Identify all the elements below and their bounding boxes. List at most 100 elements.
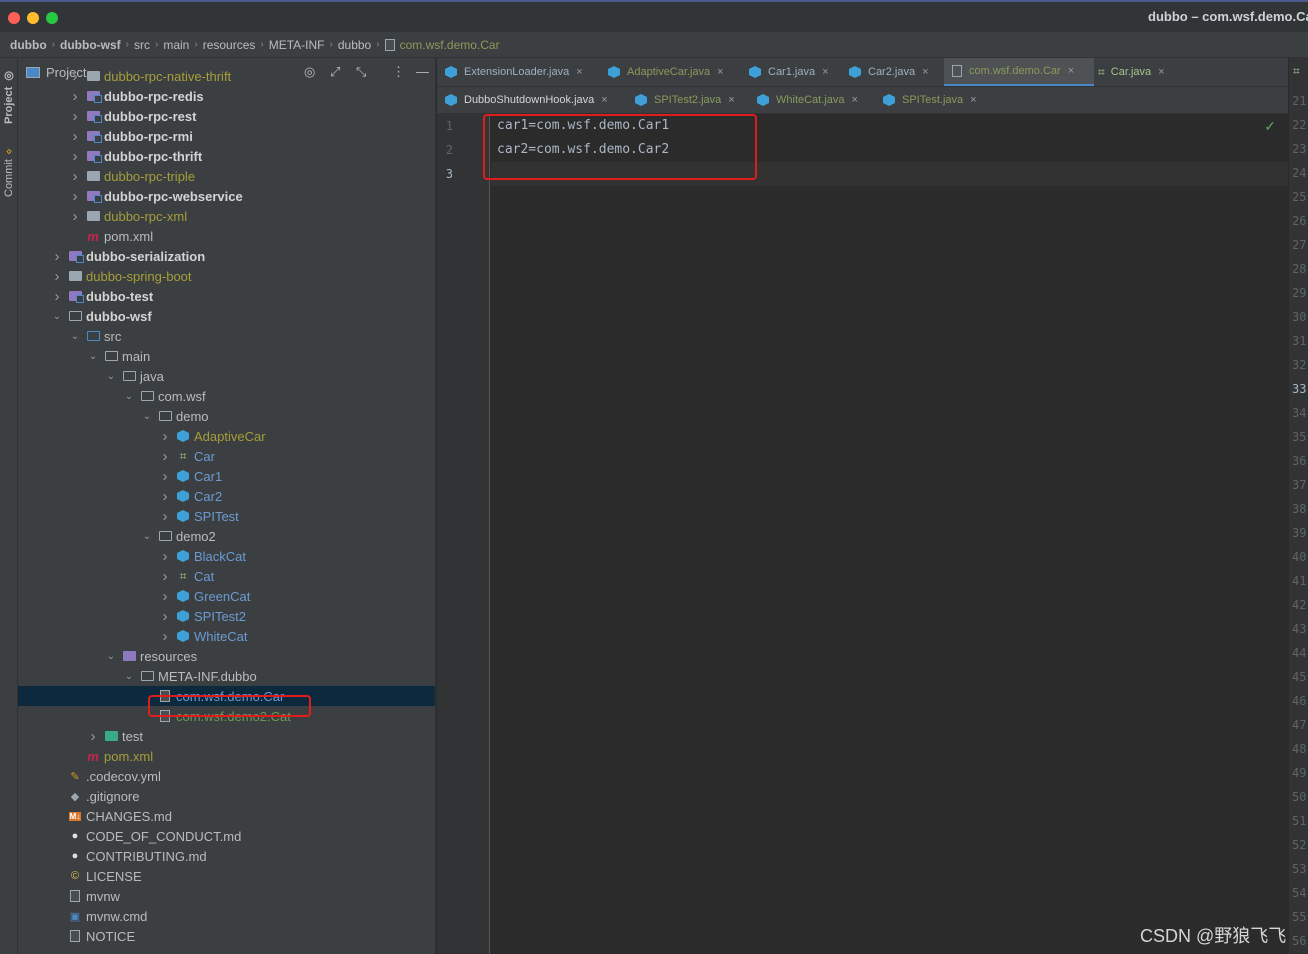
chevron-down-icon[interactable]: ⌄ — [120, 671, 138, 682]
code-editor[interactable]: 1 2 3 car1=com.wsf.demo.Car1 car2=com.ws… — [437, 114, 1288, 954]
editor-tab[interactable]: ⌗ Car.java × — [1090, 58, 1186, 86]
tree-node[interactable]: m pom.xml — [18, 226, 435, 246]
chevron-right-icon[interactable]: › — [156, 588, 174, 605]
editor-tab[interactable]: AdaptiveCar.java × — [600, 58, 737, 86]
chevron-down-icon[interactable]: ⌄ — [120, 391, 138, 402]
tree-node[interactable]: › WhiteCat — [18, 626, 435, 646]
commit-tool-tab[interactable]: Commit ⋄ — [0, 142, 18, 204]
breadcrumb-item[interactable]: dubbo — [10, 38, 47, 52]
tree-node[interactable]: › dubbo-rpc-redis — [18, 86, 435, 106]
chevron-right-icon[interactable]: › — [156, 468, 174, 485]
chevron-right-icon[interactable]: › — [66, 148, 84, 165]
breadcrumb-item[interactable]: dubbo-wsf — [60, 38, 121, 52]
chevron-right-icon[interactable]: › — [156, 448, 174, 465]
maximize-window-button[interactable] — [46, 12, 58, 24]
chevron-right-icon[interactable]: › — [48, 288, 66, 305]
tree-node[interactable]: ⌄ dubbo-wsf — [18, 306, 435, 326]
editor-tab[interactable]: ExtensionLoader.java × — [437, 58, 599, 86]
tree-node[interactable]: ✎ .codecov.yml — [18, 766, 435, 786]
tree-node[interactable]: › GreenCat — [18, 586, 435, 606]
chevron-right-icon[interactable]: › — [156, 488, 174, 505]
tree-node[interactable]: › dubbo-rpc-thrift — [18, 146, 435, 166]
close-tab-icon[interactable]: × — [576, 66, 582, 78]
close-tab-icon[interactable]: × — [851, 94, 857, 106]
tree-node[interactable]: NOTICE — [18, 926, 435, 946]
close-tab-icon[interactable]: × — [970, 94, 976, 106]
tree-node[interactable]: › SPITest — [18, 506, 435, 526]
tree-node[interactable]: › ⌗ Car — [18, 446, 435, 466]
chevron-right-icon[interactable]: › — [156, 568, 174, 585]
minimize-window-button[interactable] — [27, 12, 39, 24]
chevron-right-icon[interactable]: › — [156, 548, 174, 565]
annotation-icon[interactable]: ⌗ — [1293, 64, 1300, 79]
tree-node[interactable]: › ⌗ Cat — [18, 566, 435, 586]
breadcrumb-item[interactable]: dubbo — [338, 38, 371, 52]
tree-node[interactable]: m pom.xml — [18, 746, 435, 766]
chevron-down-icon[interactable]: ⌄ — [48, 311, 66, 322]
tree-node[interactable]: ⌄ java — [18, 366, 435, 386]
chevron-down-icon[interactable]: ⌄ — [84, 351, 102, 362]
close-window-button[interactable] — [8, 12, 20, 24]
tree-node[interactable]: › dubbo-rpc-webservice — [18, 186, 435, 206]
tree-node[interactable]: › dubbo-test — [18, 286, 435, 306]
chevron-right-icon[interactable]: › — [48, 248, 66, 265]
chevron-right-icon[interactable]: › — [156, 608, 174, 625]
tree-node[interactable]: › dubbo-rpc-xml — [18, 206, 435, 226]
tree-node[interactable]: › AdaptiveCar — [18, 426, 435, 446]
chevron-right-icon[interactable]: › — [156, 428, 174, 445]
tree-node[interactable]: ⌄ META-INF.dubbo — [18, 666, 435, 686]
tree-node[interactable]: › dubbo-rpc-rmi — [18, 126, 435, 146]
tree-node[interactable]: › dubbo-serialization — [18, 246, 435, 266]
tree-node[interactable]: › dubbo-rpc-triple — [18, 166, 435, 186]
chevron-right-icon[interactable]: › — [66, 68, 84, 85]
chevron-right-icon[interactable]: › — [84, 728, 102, 745]
chevron-right-icon[interactable]: › — [48, 268, 66, 285]
editor-tab[interactable]: SPITest.java × — [875, 87, 987, 113]
tree-node[interactable]: ⌄ demo2 — [18, 526, 435, 546]
chevron-right-icon[interactable]: › — [156, 628, 174, 645]
tree-node[interactable]: › dubbo-rpc-rest — [18, 106, 435, 126]
chevron-down-icon[interactable]: ⌄ — [138, 411, 156, 422]
chevron-right-icon[interactable]: › — [66, 88, 84, 105]
close-tab-icon[interactable]: × — [1068, 65, 1074, 77]
tree-node[interactable]: © LICENSE — [18, 866, 435, 886]
project-tool-tab[interactable]: Project ◎ — [0, 66, 18, 128]
chevron-down-icon[interactable]: ⌄ — [66, 331, 84, 342]
tree-node[interactable]: › SPITest2 — [18, 606, 435, 626]
chevron-down-icon[interactable]: ⌄ — [102, 371, 120, 382]
chevron-down-icon[interactable]: ⌄ — [138, 531, 156, 542]
tree-node[interactable]: ◆ .gitignore — [18, 786, 435, 806]
editor-tab[interactable]: Car1.java × — [741, 58, 839, 86]
tree-node[interactable]: ▣ mvnw.cmd — [18, 906, 435, 926]
close-tab-icon[interactable]: × — [922, 66, 928, 78]
breadcrumb-item[interactable]: com.wsf.demo.Car — [400, 38, 500, 52]
tree-node[interactable]: ⌄ src — [18, 326, 435, 346]
editor-tab[interactable]: SPITest2.java × — [627, 87, 747, 113]
breadcrumb-item[interactable]: main — [163, 38, 189, 52]
tree-node[interactable]: › dubbo-rpc-native-thrift — [18, 66, 435, 86]
breadcrumb-item[interactable]: META-INF — [269, 38, 325, 52]
tree-node[interactable]: › test — [18, 726, 435, 746]
chevron-right-icon[interactable]: › — [66, 168, 84, 185]
tree-node[interactable]: ⌄ main — [18, 346, 435, 366]
close-tab-icon[interactable]: × — [728, 94, 734, 106]
editor-tab[interactable]: com.wsf.demo.Car × — [944, 58, 1094, 86]
close-tab-icon[interactable]: × — [822, 66, 828, 78]
tree-node[interactable]: mvnw — [18, 886, 435, 906]
chevron-down-icon[interactable]: ⌄ — [102, 651, 120, 662]
editor-tab[interactable]: DubboShutdownHook.java × — [437, 87, 625, 113]
tree-node[interactable]: › dubbo-spring-boot — [18, 266, 435, 286]
tree-node[interactable]: ⌄ resources — [18, 646, 435, 666]
chevron-right-icon[interactable]: › — [156, 508, 174, 525]
editor-tab[interactable]: Car2.java × — [841, 58, 943, 86]
tree-node[interactable]: ● CODE_OF_CONDUCT.md — [18, 826, 435, 846]
editor-tab[interactable]: WhiteCat.java × — [749, 87, 873, 113]
close-tab-icon[interactable]: × — [717, 66, 723, 78]
tree-node[interactable]: › Car1 — [18, 466, 435, 486]
tree-node[interactable]: ● CONTRIBUTING.md — [18, 846, 435, 866]
chevron-right-icon[interactable]: › — [66, 128, 84, 145]
tree-node[interactable]: ⌄ demo — [18, 406, 435, 426]
close-tab-icon[interactable]: × — [601, 94, 607, 106]
tree-node[interactable]: ⌄ com.wsf — [18, 386, 435, 406]
breadcrumb-item[interactable]: src — [134, 38, 150, 52]
